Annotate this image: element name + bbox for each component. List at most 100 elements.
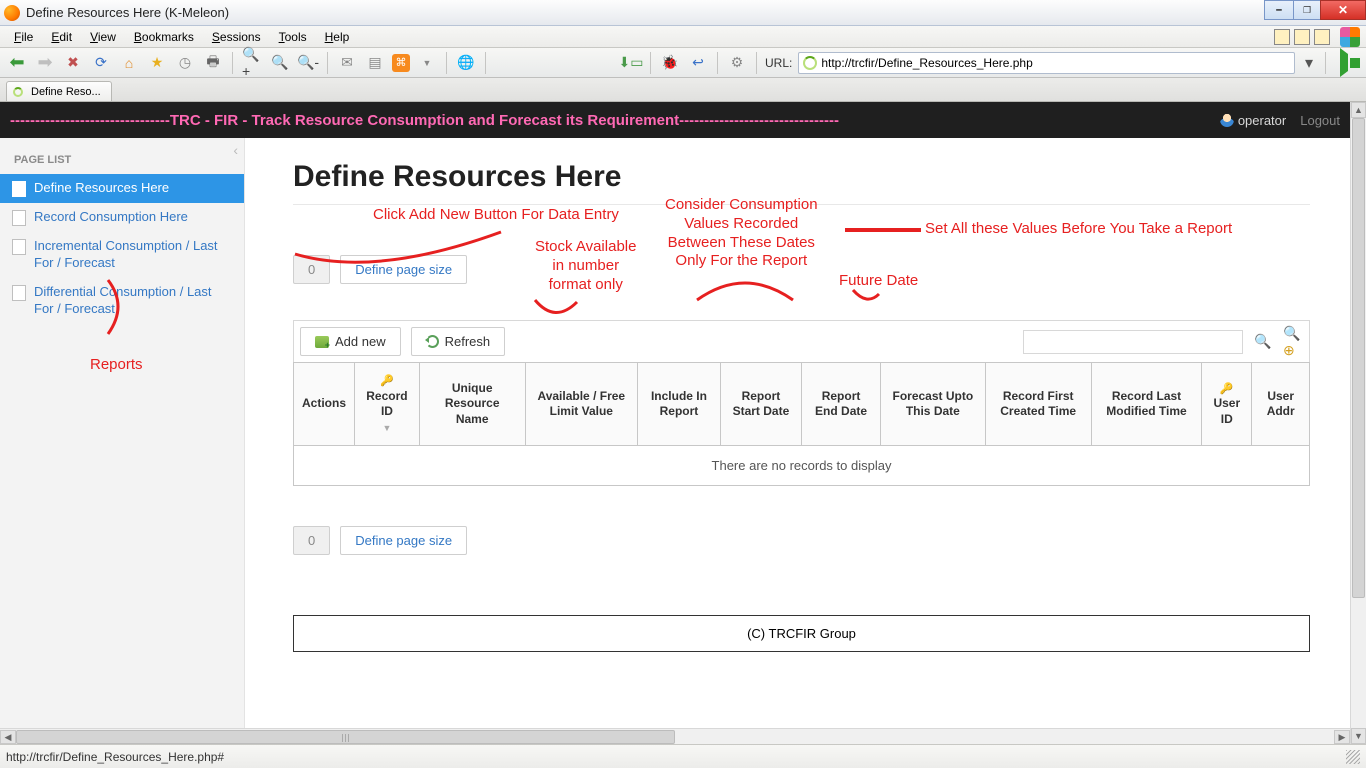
add-new-button[interactable]: Add new	[300, 327, 401, 356]
toolbar-divider	[327, 52, 328, 74]
url-input[interactable]: http://trcfir/Define_Resources_Here.php	[798, 52, 1295, 74]
page-icon	[12, 285, 26, 301]
menu-file[interactable]: File	[6, 28, 41, 46]
menu-help[interactable]: Help	[317, 28, 358, 46]
menu-tools[interactable]: Tools	[271, 28, 315, 46]
col-created[interactable]: Record First Created Time	[985, 363, 1091, 446]
sidebar-collapse-button[interactable]: ‹	[233, 142, 238, 158]
annotation-reports: Reports	[90, 356, 143, 375]
app-banner: -------------------------------- TRC - F…	[0, 102, 1350, 138]
toolbar-divider	[232, 52, 233, 74]
col-record-id[interactable]: 🔑Record ID▼	[355, 363, 420, 446]
define-page-size-button[interactable]: Define page size	[340, 526, 467, 555]
divider	[293, 204, 1310, 205]
back-button[interactable]: ⬅	[6, 52, 28, 74]
download-button[interactable]: ⬇▭	[620, 52, 642, 74]
col-end-date[interactable]: Report End Date	[801, 363, 880, 446]
tool-button[interactable]: ↩	[687, 52, 709, 74]
reload-button[interactable]: ⟳	[90, 52, 112, 74]
col-modified[interactable]: Record Last Modified Time	[1091, 363, 1201, 446]
scroll-up-button[interactable]: ▲	[1351, 102, 1366, 118]
print-button[interactable]: 🖶	[202, 52, 224, 74]
menu-view[interactable]: View	[82, 28, 124, 46]
horizontal-scrollbar[interactable]: ◀ ▶	[0, 728, 1350, 744]
stop-button[interactable]: ✖	[62, 52, 84, 74]
home-button[interactable]: ⌂	[118, 52, 140, 74]
page-title: Define Resources Here	[293, 160, 1310, 194]
tab-label: Define Reso...	[31, 86, 101, 98]
menu-edit[interactable]: Edit	[43, 28, 80, 46]
toolbar-extra-icon[interactable]	[1294, 29, 1310, 45]
tool-button[interactable]: 🐞	[659, 52, 681, 74]
key-icon: 🔑	[380, 375, 394, 387]
col-forecast[interactable]: Forecast Upto This Date	[881, 363, 985, 446]
scroll-thumb[interactable]	[16, 730, 675, 744]
refresh-button[interactable]: Refresh	[411, 327, 506, 356]
toolbar-divider	[756, 52, 757, 74]
news-button[interactable]: ▤	[364, 52, 386, 74]
forward-button[interactable]: ➡	[34, 52, 56, 74]
sidebar: ‹ PAGE LIST Define Resources Here Record…	[0, 138, 245, 744]
search-icon[interactable]: 🔍	[1253, 332, 1273, 352]
sidebar-item-label: Differential Consumption / Last For / Fo…	[34, 284, 232, 318]
page-icon	[12, 239, 26, 255]
col-user-addr[interactable]: User Addr	[1252, 363, 1310, 446]
define-page-size-button[interactable]: Define page size	[340, 255, 467, 284]
annotation-report: Set All these Values Before You Take a R…	[925, 220, 1232, 239]
toolbar-divider	[1325, 52, 1326, 74]
browser-toolbar: ⬅ ➡ ✖ ⟳ ⌂ ★ ◷ 🖶 🔍+ 🔍 🔍- ✉ ▤ ⌘ ▼ 🌐 ⬇▭ 🐞 ↩…	[0, 48, 1366, 78]
scroll-left-button[interactable]: ◀	[0, 730, 16, 744]
toolbar-extra-icon[interactable]	[1314, 29, 1330, 45]
zoom-reset-button[interactable]: 🔍	[269, 52, 291, 74]
toolbar-dropdown[interactable]: ▼	[416, 52, 438, 74]
scroll-thumb[interactable]	[1352, 118, 1365, 598]
bookmark-star-button[interactable]: ★	[146, 52, 168, 74]
record-count: 0	[293, 255, 330, 284]
settings-button[interactable]: ⚙	[726, 52, 748, 74]
sidebar-item-differential[interactable]: Differential Consumption / Last For / Fo…	[0, 278, 244, 324]
vertical-scrollbar[interactable]: ▲ ▼	[1350, 102, 1366, 744]
advanced-search-icon[interactable]: 🔍⊕	[1283, 332, 1303, 352]
go-button[interactable]	[1340, 54, 1348, 72]
toolbar-divider	[717, 52, 718, 74]
toolbar-extra-icon[interactable]	[1274, 29, 1290, 45]
col-include[interactable]: Include In Report	[638, 363, 721, 446]
sort-indicator-icon: ▼	[382, 423, 391, 433]
mail-button[interactable]: ✉	[336, 52, 358, 74]
col-resource-name[interactable]: Unique Resource Name	[419, 363, 525, 446]
zoom-out-button[interactable]: 🔍-	[297, 52, 319, 74]
window-minimize-button[interactable]: ━	[1264, 0, 1294, 20]
add-icon	[315, 336, 329, 348]
logout-link[interactable]: Logout	[1300, 113, 1340, 128]
user-menu[interactable]: operator	[1220, 113, 1286, 128]
scroll-down-button[interactable]: ▼	[1351, 728, 1366, 744]
search-input[interactable]	[1023, 330, 1243, 354]
rss-button[interactable]: ⌘	[392, 54, 410, 72]
sidebar-item-label: Incremental Consumption / Last For / For…	[34, 238, 232, 272]
menu-sessions[interactable]: Sessions	[204, 28, 269, 46]
sidebar-item-incremental[interactable]: Incremental Consumption / Last For / For…	[0, 232, 244, 278]
window-close-button[interactable]: ✕	[1320, 0, 1366, 20]
zoom-in-button[interactable]: 🔍+	[241, 52, 263, 74]
stop-load-button[interactable]	[1350, 54, 1360, 72]
statusbar: http://trcfir/Define_Resources_Here.php#	[0, 744, 1366, 768]
history-button[interactable]: ◷	[174, 52, 196, 74]
scroll-right-button[interactable]: ▶	[1334, 730, 1350, 744]
window-maximize-button[interactable]: ❐	[1293, 0, 1321, 20]
resize-grip[interactable]	[1346, 750, 1360, 764]
sidebar-item-label: Define Resources Here	[34, 180, 169, 197]
url-dropdown-button[interactable]: ▾	[1301, 53, 1317, 73]
menu-bookmarks[interactable]: Bookmarks	[126, 28, 202, 46]
tabstrip: Define Reso...	[0, 78, 1366, 102]
page-footer: (C) TRCFIR Group	[293, 615, 1310, 652]
sidebar-item-define-resources[interactable]: Define Resources Here	[0, 174, 244, 203]
toolbar-divider	[446, 52, 447, 74]
browser-tab[interactable]: Define Reso...	[6, 81, 112, 101]
col-actions[interactable]: Actions	[294, 363, 355, 446]
sidebar-item-record-consumption[interactable]: Record Consumption Here	[0, 203, 244, 232]
globe-button[interactable]: 🌐	[455, 52, 477, 74]
banner-text: TRC - FIR - Track Resource Consumption a…	[170, 112, 679, 129]
col-available[interactable]: Available / Free Limit Value	[525, 363, 638, 446]
col-start-date[interactable]: Report Start Date	[720, 363, 801, 446]
col-user-id[interactable]: 🔑User ID	[1202, 363, 1252, 446]
